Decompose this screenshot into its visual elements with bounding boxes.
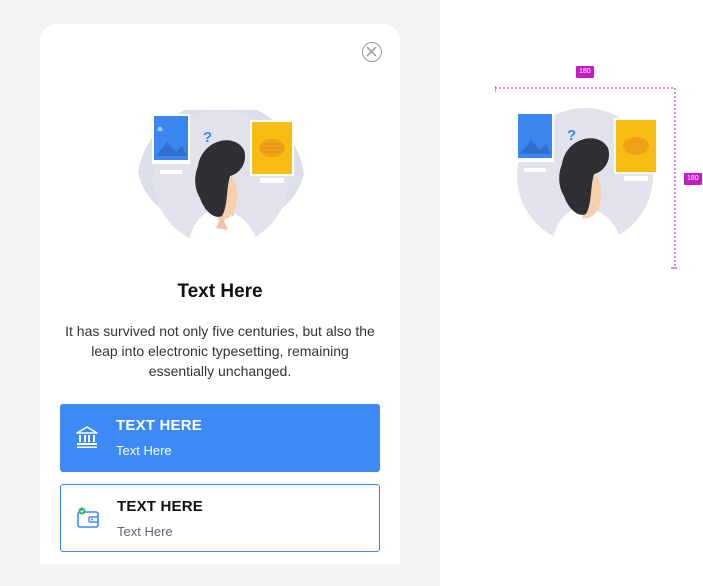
svg-text:?: ?	[567, 127, 576, 144]
option-bank-selected[interactable]: TEXT HERE Text Here	[60, 404, 380, 472]
spec-illustration-preview: ?	[495, 86, 677, 269]
wallet-icon	[77, 507, 99, 528]
preview-panel: ? Text Here It has survived not only fiv…	[0, 0, 440, 586]
height-dimension-badge: 180	[684, 173, 702, 185]
svg-text:?: ?	[203, 129, 212, 146]
option-title: TEXT HERE	[117, 498, 203, 515]
modal-card: ? Text Here It has survived not only fiv…	[40, 24, 400, 564]
bank-icon	[76, 426, 98, 448]
modal-description: It has survived not only five centuries,…	[65, 323, 375, 379]
option-title: TEXT HERE	[116, 417, 202, 434]
option-subtitle: Text Here	[117, 524, 173, 539]
option-subtitle: Text Here	[116, 443, 172, 458]
width-dimension-badge: 180	[576, 66, 594, 78]
close-icon[interactable]	[362, 42, 382, 62]
modal-title: Text Here	[177, 281, 263, 302]
option-wallet[interactable]: TEXT HERE Text Here	[60, 484, 380, 552]
person-thinking-illustration: ?	[138, 110, 304, 246]
